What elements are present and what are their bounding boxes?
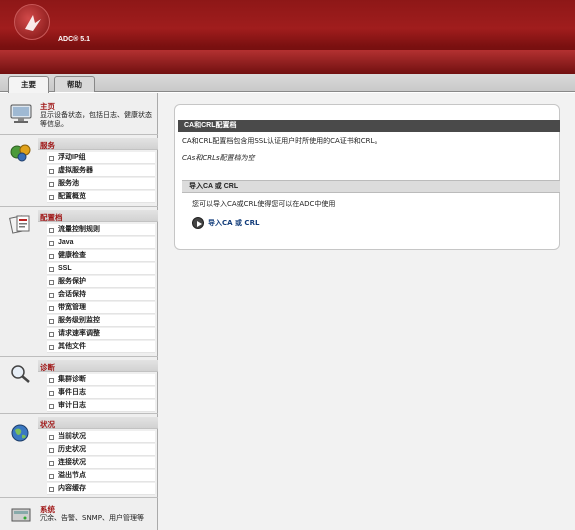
sidebar-item-slm[interactable]: 服务级别监控: [47, 315, 155, 327]
system-icon: [8, 505, 34, 527]
sidebar-item-ssl[interactable]: SSL: [47, 263, 155, 275]
sidebar-section-status: 状况 当前状况 历史状况 连接状况 溢出节点 内容缓存: [0, 414, 158, 498]
services-icon: [8, 141, 34, 163]
sidebar-section-diagnose: 诊断 集群诊断 事件日志 审计日志: [0, 357, 158, 414]
sidebar-item-overflow-nodes[interactable]: 溢出节点: [47, 470, 155, 482]
sidebar-item-floating-ip-group[interactable]: 浮动IP组: [47, 152, 155, 164]
sidebar-item-bandwidth-mgmt[interactable]: 带宽管理: [47, 302, 155, 314]
sidebar-item-service-pool[interactable]: 服务池: [47, 178, 155, 190]
sidebar-item-history-status[interactable]: 历史状况: [47, 444, 155, 456]
page-title: CA和CRL配置档: [178, 120, 560, 132]
logo-icon: [14, 4, 50, 40]
sidebar-home-desc: 显示设备状态，包括日志、健康状态等信息。: [40, 111, 152, 128]
globe-icon: [8, 422, 34, 444]
sidebar-item-config-overview[interactable]: 配置概览: [47, 191, 155, 203]
sidebar-item-content-cache[interactable]: 内容缓存: [47, 483, 155, 495]
sidebar-item-virtual-server[interactable]: 虚拟服务器: [47, 165, 155, 177]
sidebar-section-home[interactable]: 主页 显示设备状态，包括日志、健康状态等信息。: [0, 93, 158, 135]
sidebar-diagnose-title[interactable]: 诊断: [40, 362, 55, 373]
app-header: ADC® 5.1: [0, 0, 575, 76]
play-arrow-icon: [192, 217, 204, 229]
empty-note: CAs和CRLs配置档为空: [182, 154, 255, 162]
sidebar-item-traffic-rules[interactable]: 流量控制规则: [47, 224, 155, 236]
sidebar-item-session-persistence[interactable]: 会话保持: [47, 289, 155, 301]
sidebar-section-system[interactable]: 系统 冗余、告警、SNMP、用户管理等: [0, 498, 158, 530]
import-link-label[interactable]: 导入CA 或 CRL: [208, 219, 259, 227]
sidebar-item-audit-log[interactable]: 审计日志: [47, 400, 155, 412]
sidebar-item-other-files[interactable]: 其他文件: [47, 341, 155, 353]
sidebar-item-java[interactable]: Java: [47, 237, 155, 249]
sidebar-services-title[interactable]: 服务: [40, 140, 55, 151]
tab-main[interactable]: 主要: [8, 76, 49, 93]
product-name: ADC® 5.1: [58, 36, 90, 43]
sidebar: 主页 显示设备状态，包括日志、健康状态等信息。 服务 浮动IP组 虚拟服务器 服…: [0, 93, 158, 530]
sidebar-profiles-title[interactable]: 配置档: [40, 212, 63, 223]
monitor-icon: [8, 103, 34, 125]
sidebar-section-profiles: 配置档 流量控制规则 Java 健康检查 SSL 服务保护 会话保持 带宽管理 …: [0, 207, 158, 357]
magnifier-icon: [8, 363, 34, 385]
sidebar-status-title[interactable]: 状况: [40, 419, 55, 430]
import-ca-crl-link[interactable]: 导入CA 或 CRL: [192, 216, 259, 230]
sidebar-item-service-protection[interactable]: 服务保护: [47, 276, 155, 288]
import-section-header: 导入CA 或 CRL: [182, 180, 560, 193]
tab-help[interactable]: 帮助: [54, 76, 95, 92]
sidebar-item-current-status[interactable]: 当前状况: [47, 431, 155, 443]
header-band: [0, 50, 575, 76]
sidebar-section-services: 服务 浮动IP组 虚拟服务器 服务池 配置概览: [0, 135, 158, 207]
sidebar-item-event-log[interactable]: 事件日志: [47, 387, 155, 399]
profiles-icon: [8, 213, 34, 235]
sidebar-item-cluster-diagnose[interactable]: 集群诊断: [47, 374, 155, 386]
page-description: CA和CRL配置档包含用SSL认证用户时所使用的CA证书和CRL。: [182, 137, 382, 145]
sidebar-item-connection-status[interactable]: 连接状况: [47, 457, 155, 469]
sidebar-system-desc: 冗余、告警、SNMP、用户管理等: [40, 514, 144, 522]
sidebar-item-rate-shaping[interactable]: 请求速率调整: [47, 328, 155, 340]
tab-bar: 主要 帮助: [0, 74, 575, 93]
import-description: 您可以导入CA或CRL使得您可以在ADC中使用: [192, 200, 336, 208]
sidebar-item-health-check[interactable]: 健康检查: [47, 250, 155, 262]
